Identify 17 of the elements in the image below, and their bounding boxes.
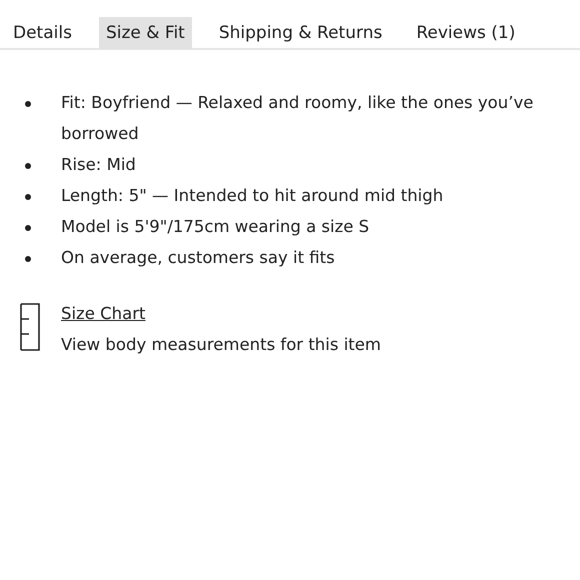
bullet-dot — [25, 163, 31, 169]
ruler-icon — [19, 303, 41, 351]
size-chart-link[interactable]: Size Chart — [61, 298, 146, 329]
fit-point: Rise: Mid — [61, 154, 137, 176]
fit-point: On average, customers say it fits — [61, 247, 336, 269]
tab[interactable]: Reviews (1) — [409, 17, 522, 49]
fit-point: Model is 5'9"/175cm wearing a size S — [61, 216, 370, 238]
fit-point: Fit: Boyfriend — Relaxed and roomy, like the ones you’ve borrowed — [61, 92, 534, 145]
size-chart-description: View body measurements for this item — [61, 334, 381, 356]
bullet-dot — [25, 101, 31, 107]
bullet-dot — [25, 194, 31, 200]
bullet-dot — [25, 225, 31, 231]
fit-point: Length: 5" — Intended to hit around mid thigh — [61, 185, 444, 207]
bullet-dot — [25, 256, 31, 262]
tab[interactable]: Size & Fit — [98, 17, 192, 49]
tab[interactable]: Shipping & Returns — [212, 17, 390, 49]
tab[interactable]: Details — [6, 17, 79, 49]
